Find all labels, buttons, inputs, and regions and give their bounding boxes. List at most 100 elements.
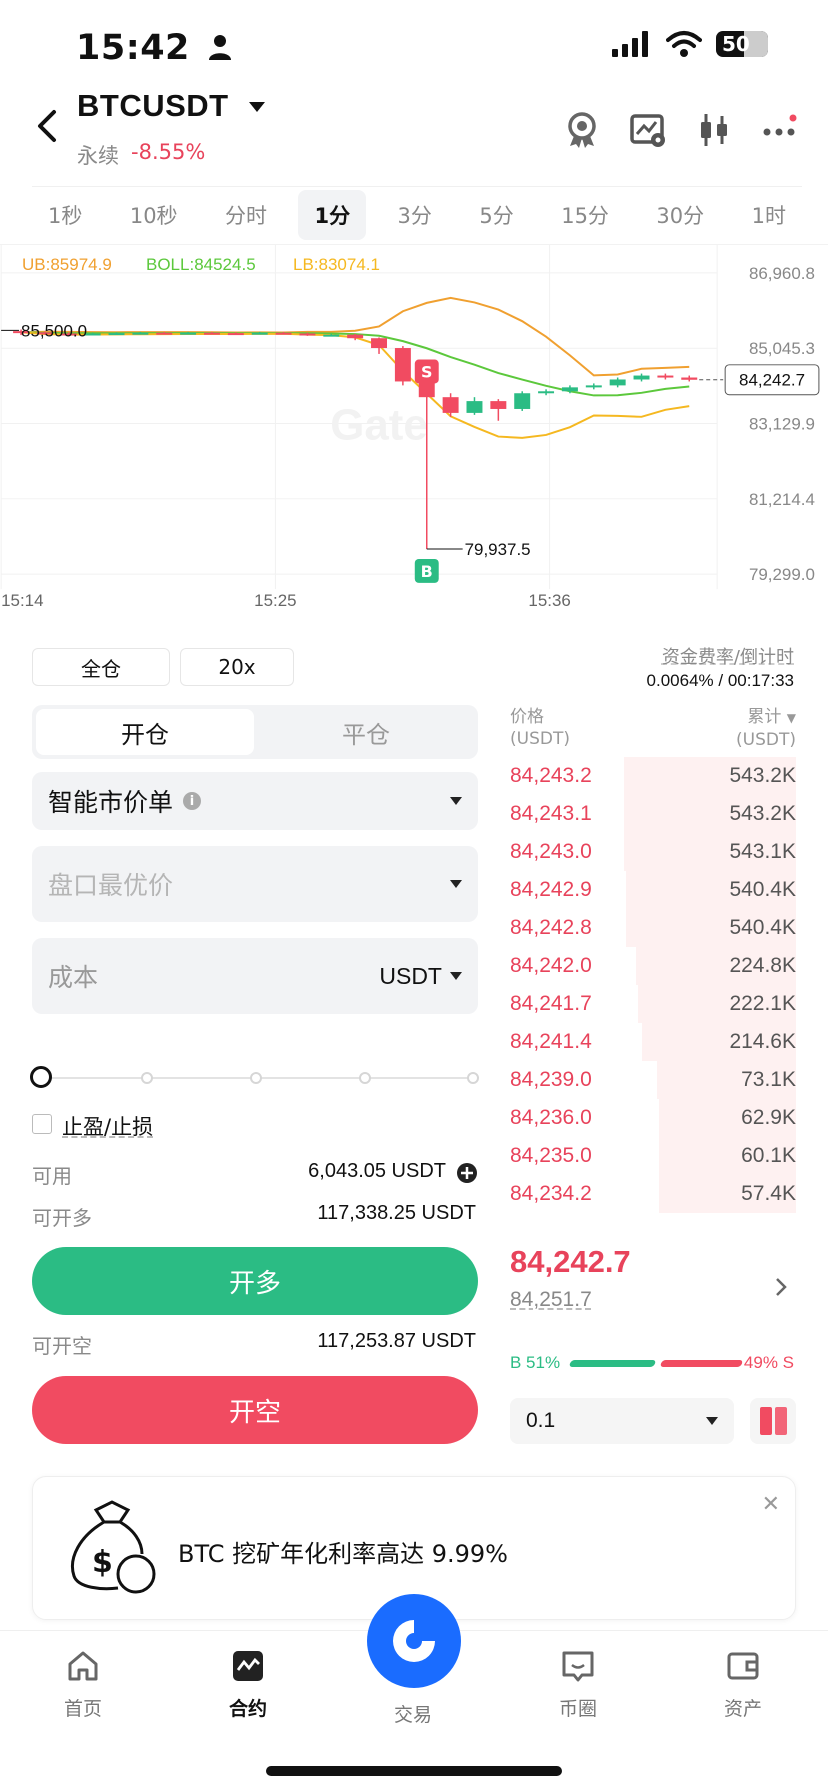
home-indicator — [266, 1766, 562, 1776]
orderbook-row[interactable]: 84,243.0 543.1K — [510, 833, 796, 871]
wifi-icon — [666, 31, 702, 57]
funding-rate-label[interactable]: 资金费率/倒计时 — [662, 643, 794, 669]
ask-total: 540.4K — [729, 878, 796, 901]
orderbook-row[interactable]: 84,235.0 60.1K — [510, 1137, 796, 1175]
index-price[interactable]: 84,251.7 — [510, 1288, 592, 1312]
ask-total: 543.2K — [729, 764, 796, 787]
x-tick-label: 15:25 — [254, 591, 296, 610]
can-long-label: 可开多 — [32, 1206, 92, 1230]
candlestick-chart[interactable]: 86,960.8 85,045.3 83,129.9 81,214.4 79,299.0… — [0, 244, 828, 614]
orderbook-row[interactable]: 84,239.0 73.1K — [510, 1061, 796, 1099]
orderbook-row[interactable]: 84,236.0 62.9K — [510, 1099, 796, 1137]
nav-assets[interactable]: 资产 — [688, 1648, 798, 1721]
candle-body — [609, 379, 626, 386]
ask-price: 84,236.0 — [510, 1106, 592, 1129]
order-type-select[interactable]: 智能市价单 i — [32, 772, 478, 830]
y-tick-label: 81,214.4 — [749, 490, 815, 509]
slider-stop-25[interactable] — [141, 1072, 153, 1084]
tab-interval-1[interactable]: 10秒 — [114, 190, 194, 240]
nav-trade-button[interactable] — [367, 1594, 461, 1688]
tp-sl-checkbox[interactable] — [32, 1114, 52, 1134]
ask-price: 84,241.7 — [510, 992, 592, 1015]
tab-interval-5[interactable]: 5分 — [463, 190, 529, 240]
chevron-right-icon[interactable] — [774, 1276, 788, 1298]
tab-interval-8[interactable]: 1时 — [736, 190, 802, 240]
amount-slider-knob[interactable] — [30, 1066, 52, 1088]
orderbook-row[interactable]: 84,234.2 57.4K — [510, 1175, 796, 1213]
candle-body — [203, 332, 220, 335]
gate-logo-icon — [393, 1620, 435, 1662]
candlestick-icon[interactable] — [694, 110, 734, 150]
interval-tabs: 1秒 10秒 分时 1分 3分 5分 15分 30分 1时 — [32, 186, 802, 242]
tab-interval-0[interactable]: 1秒 — [32, 190, 98, 240]
candle-body — [227, 333, 244, 336]
candle-body — [394, 348, 411, 382]
back-arrow-icon[interactable] — [30, 106, 66, 146]
x-tick-label: 15:14 — [1, 591, 43, 610]
nav-futures-label: 合约 — [228, 1698, 267, 1720]
close-icon[interactable]: ✕ — [762, 1492, 780, 1517]
amount-input[interactable]: 成本 USDT — [32, 938, 478, 1014]
svg-text:$: $ — [92, 1545, 113, 1580]
nav-futures[interactable]: 合约 — [193, 1648, 303, 1721]
tab-interval-2[interactable]: 分时 — [209, 190, 283, 240]
header-actions — [562, 110, 800, 150]
tab-interval-6[interactable]: 15分 — [545, 190, 625, 240]
caret-down-icon[interactable] — [247, 100, 267, 114]
tp-sl-label[interactable]: 止盈/止损 — [62, 1111, 153, 1141]
slider-stop-50[interactable] — [250, 1072, 262, 1084]
tab-interval-7[interactable]: 30分 — [640, 190, 720, 240]
ub-indicator: UB:85974.9 — [22, 255, 112, 274]
unit-select[interactable]: USDT — [379, 963, 462, 990]
money-bag-icon: $ — [71, 1500, 156, 1594]
transfer-plus-icon[interactable] — [456, 1162, 478, 1184]
last-price: 84,242.7 — [510, 1244, 631, 1279]
home-icon — [68, 1651, 98, 1681]
open-short-button[interactable]: 开空 — [32, 1376, 478, 1444]
orderbook-row[interactable]: 84,242.0 224.8K — [510, 947, 796, 985]
candle-body — [514, 393, 531, 409]
tab-open[interactable]: 开仓 — [36, 709, 254, 755]
can-short-value: 117,253.87 USDT — [317, 1330, 476, 1352]
pair-title[interactable]: BTCUSDT — [77, 88, 229, 124]
gate-watermark: Gate — [330, 400, 428, 449]
ask-price: 84,241.4 — [510, 1030, 592, 1053]
info-icon[interactable]: i — [183, 792, 202, 810]
slider-stop-100[interactable] — [467, 1072, 479, 1084]
sell-marker-label: S — [421, 362, 432, 381]
open-long-button[interactable]: 开多 — [32, 1247, 478, 1315]
orderbook-total-header[interactable]: 累计 ▼ (USDT) — [736, 706, 796, 751]
price-input[interactable]: 盘口最优价 — [32, 846, 478, 922]
orderbook-row[interactable]: 84,241.7 222.1K — [510, 985, 796, 1023]
margin-mode-button[interactable]: 全仓 — [32, 648, 170, 686]
chevron-down-icon — [450, 797, 462, 805]
y-tick-label: 86,960.8 — [749, 264, 815, 283]
candle-body — [371, 338, 388, 349]
chevron-down-icon — [450, 972, 462, 980]
orderbook-row[interactable]: 84,243.2 543.2K — [510, 757, 796, 795]
tab-close[interactable]: 平仓 — [258, 709, 474, 755]
caret-down-icon: ▼ — [786, 711, 796, 725]
ask-total: 540.4K — [729, 916, 796, 939]
depth-step-select[interactable]: 0.1 — [510, 1398, 734, 1444]
chart-settings-icon[interactable] — [628, 110, 668, 150]
orderbook-row[interactable]: 84,243.1 543.2K — [510, 795, 796, 833]
orderbook-row[interactable]: 84,242.9 540.4K — [510, 871, 796, 909]
tab-interval-4[interactable]: 3分 — [382, 190, 448, 240]
contract-type: 永续 — [77, 144, 119, 168]
slider-stop-75[interactable] — [359, 1072, 371, 1084]
boll-indicator: BOLL:84524.5 — [146, 255, 256, 274]
nav-home[interactable]: 首页 — [28, 1648, 138, 1721]
orderbook-row[interactable]: 84,241.4 214.6K — [510, 1023, 796, 1061]
ask-total: 60.1K — [741, 1144, 796, 1167]
tab-interval-3[interactable]: 1分 — [298, 189, 367, 240]
candle-body — [418, 381, 435, 398]
more-icon[interactable] — [760, 110, 800, 150]
award-icon[interactable] — [562, 110, 602, 150]
nav-trade-label[interactable]: 交易 — [394, 1700, 432, 1727]
nav-community[interactable]: 币圈 — [523, 1648, 633, 1721]
orderbook-row[interactable]: 84,242.8 540.4K — [510, 909, 796, 947]
orderbook-view-toggle[interactable] — [750, 1398, 796, 1444]
ask-price: 84,242.9 — [510, 878, 592, 901]
leverage-button[interactable]: 20x — [180, 648, 294, 686]
